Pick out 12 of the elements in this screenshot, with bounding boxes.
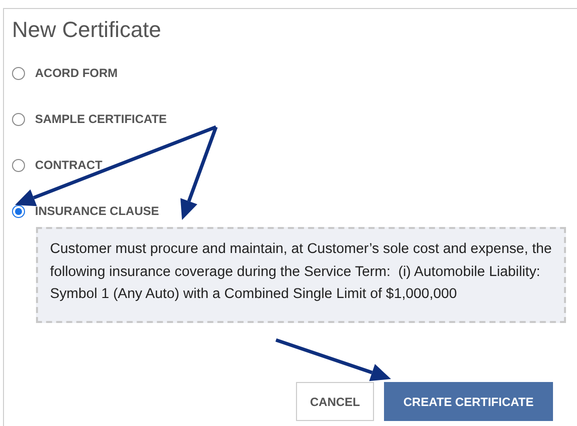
radio-label[interactable]: SAMPLE CERTIFICATE xyxy=(35,112,167,126)
radio-button[interactable] xyxy=(12,158,25,172)
radio-button[interactable] xyxy=(12,112,25,126)
radio-label[interactable]: INSURANCE CLAUSE xyxy=(35,204,160,218)
cancel-button[interactable]: CANCEL xyxy=(296,382,374,421)
radio-button[interactable] xyxy=(12,204,25,218)
dialog-title: New Certificate xyxy=(12,17,162,43)
radio-label[interactable]: ACORD FORM xyxy=(35,66,118,80)
clause-text-box[interactable]: Customer must procure and maintain, at Customer’s sole cost and expense, the following insurance coverage during the Service Term: (i) Automobile Liability: Symbol 1 (Any Auto) with a Combined Single Limit of $1,000,000 xyxy=(36,227,566,323)
radio-button[interactable] xyxy=(12,66,25,80)
radio-label[interactable]: CONTRACT xyxy=(35,158,102,172)
create-certificate-button[interactable]: CREATE CERTIFICATE xyxy=(384,382,553,421)
